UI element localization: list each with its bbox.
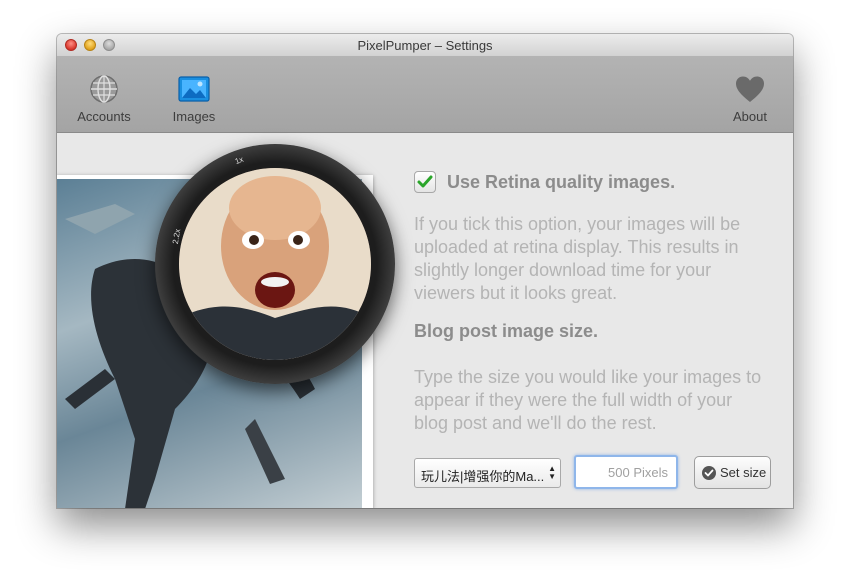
retina-description-line: slightly longer download time for your [414, 260, 712, 280]
toolbar-about-label: About [733, 109, 767, 124]
toolbar: Accounts Images About [57, 57, 793, 133]
magnifier-lens[interactable]: 2.2x 1x [155, 144, 395, 384]
set-size-button[interactable]: Set size [694, 456, 771, 489]
images-pane: 2.2x 1x Use Retina quality images. If yo… [57, 133, 793, 508]
retina-label[interactable]: Use Retina quality images. [447, 172, 675, 193]
toolbar-accounts-label: Accounts [77, 109, 131, 124]
globe-icon [90, 75, 118, 103]
retina-checkbox[interactable] [414, 171, 436, 193]
toolbar-about[interactable]: About [715, 73, 785, 124]
settings-window: PixelPumper – Settings Accounts Images A… [57, 34, 793, 508]
blog-size-description-line: appear if they were the full width of yo… [414, 390, 733, 410]
magnified-face [179, 168, 371, 360]
face-illustration [179, 168, 371, 360]
retina-description-line: uploaded at retina display. This results… [414, 237, 739, 257]
image-size-unit: Pixels [633, 465, 668, 480]
blog-select[interactable]: 玩儿法|增强你的Ma... ▲ ▼ [414, 458, 561, 488]
retina-description-line: viewers but it looks great. [414, 283, 618, 303]
blog-select-value: 玩儿法|增强你的Ma... [421, 469, 545, 484]
retina-description-line: If you tick this option, your images wil… [414, 214, 741, 234]
updown-arrows-icon: ▲ ▼ [548, 464, 556, 481]
checkmark-icon [417, 175, 433, 188]
retina-description: If you tick this option, your images wil… [414, 213, 740, 305]
picture-icon [178, 76, 210, 102]
blog-size-description-line: Type the size you would like your images… [414, 367, 762, 387]
title-bar: PixelPumper – Settings [57, 34, 793, 57]
heart-icon [736, 76, 764, 102]
blog-size-heading: Blog post image size. [414, 321, 599, 341]
toolbar-images[interactable]: Images [159, 73, 229, 124]
image-size-input[interactable]: 500 Pixels [574, 455, 678, 489]
toolbar-accounts[interactable]: Accounts [69, 73, 139, 124]
blog-size-description: Type the size you would like your images… [414, 366, 761, 435]
zoom-max-label: 1x [233, 154, 245, 167]
check-circle-icon [702, 466, 716, 480]
blog-size-description-line: blog post and we'll do the rest. [414, 413, 657, 433]
set-size-label: Set size [720, 465, 767, 480]
image-size-value: 500 [607, 465, 630, 480]
toolbar-images-label: Images [172, 109, 216, 124]
window-title: PixelPumper – Settings [357, 38, 493, 53]
